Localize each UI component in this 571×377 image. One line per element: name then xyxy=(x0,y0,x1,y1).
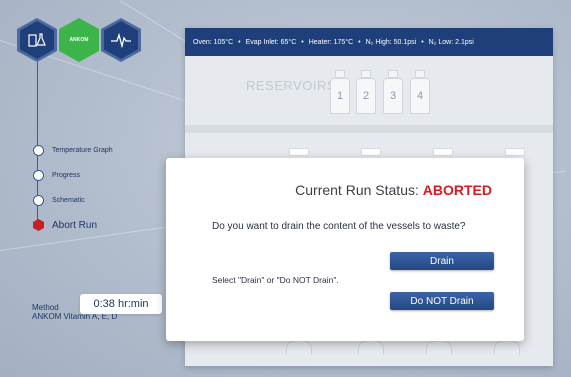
vessel-outline xyxy=(358,340,384,355)
separator-dot: • xyxy=(238,38,241,46)
waveform-icon xyxy=(111,32,131,48)
oven-temp: Oven: 105°C xyxy=(193,38,234,46)
elapsed-timer: 0:38 hr:min xyxy=(80,294,162,314)
abort-run-button[interactable]: Abort Run xyxy=(33,219,97,231)
waveform-hex-button[interactable] xyxy=(101,18,141,62)
bottle-body: 1 xyxy=(330,78,350,114)
separator-dot: • xyxy=(421,38,424,46)
reservoir-bottle: 2 xyxy=(356,70,376,115)
bottle-body: 3 xyxy=(383,78,403,114)
nav-item-label: Progress xyxy=(52,172,81,179)
nav-item-label: Temperature Graph xyxy=(52,147,113,154)
vessel-slot xyxy=(505,148,525,156)
flask-icon xyxy=(28,33,46,47)
run-status-value: ABORTED xyxy=(422,182,492,198)
drain-instruction: Select "Drain" or "Do NOT Drain". xyxy=(212,275,339,285)
reservoir-number: 2 xyxy=(362,90,370,102)
bottle-body: 2 xyxy=(356,78,376,114)
nav-item-schematic[interactable]: Schematic xyxy=(33,195,85,206)
bottle-neck xyxy=(335,70,345,78)
vessel-slot xyxy=(433,148,453,156)
status-bar: Oven: 105°C • Evap Inlet: 65°C • Heater:… xyxy=(185,28,553,56)
heater-temp: Heater: 175°C xyxy=(308,38,354,46)
nav-item-progress[interactable]: Progress xyxy=(33,170,80,181)
bottle-neck xyxy=(388,70,398,78)
nav-item-label: Schematic xyxy=(52,197,85,204)
drain-dialog: Current Run Status: ABORTED Do you want … xyxy=(166,158,524,341)
run-status-title: Current Run Status: ABORTED xyxy=(295,182,492,198)
separator-dot: • xyxy=(301,38,304,46)
abort-run-label: Abort Run xyxy=(52,219,98,231)
vessel-outline xyxy=(426,340,452,355)
radio-icon xyxy=(33,195,44,206)
drain-button[interactable]: Drain xyxy=(390,252,494,270)
run-status-prefix: Current Run Status: xyxy=(295,182,423,198)
separator-dot: • xyxy=(358,38,361,46)
bottle-neck xyxy=(415,70,425,78)
reservoirs-label: RESERVOIRS xyxy=(246,78,337,93)
reservoir-number: 3 xyxy=(389,90,397,102)
flask-hex-button[interactable] xyxy=(17,18,57,62)
nav-connector-line xyxy=(37,62,38,146)
n2-high-pressure: N₂ High: 50.1psi xyxy=(365,38,417,46)
reservoir-number: 1 xyxy=(336,90,344,102)
evap-inlet-temp: Evap Inlet: 65°C xyxy=(245,38,297,46)
vessel-slot xyxy=(289,148,309,156)
nav-item-temperature-graph[interactable]: Temperature Graph xyxy=(33,145,113,156)
vessel-outline xyxy=(286,340,312,355)
radio-icon xyxy=(33,145,44,156)
reservoir-number: 4 xyxy=(416,90,424,102)
nav-connector-line xyxy=(37,152,38,222)
bottle-body: 4 xyxy=(410,78,430,114)
stop-hex-icon xyxy=(33,219,44,231)
panel-divider xyxy=(185,125,553,133)
bottle-neck xyxy=(361,70,371,78)
drain-question: Do you want to drain the content of the … xyxy=(212,221,466,232)
reservoir-bottle: 4 xyxy=(410,70,430,115)
radio-icon xyxy=(33,170,44,181)
n2-low-pressure: N₂ Low: 2.1psi xyxy=(428,38,474,46)
reservoir-bottle: 1 xyxy=(330,70,350,115)
vessel-outline xyxy=(494,340,520,355)
ankom-logo-text: ANKOM xyxy=(69,37,89,43)
do-not-drain-button[interactable]: Do NOT Drain xyxy=(390,292,494,310)
reservoir-bottle: 3 xyxy=(383,70,403,115)
vessel-slot xyxy=(361,148,381,156)
ankom-logo-hex: ANKOM xyxy=(59,18,99,62)
